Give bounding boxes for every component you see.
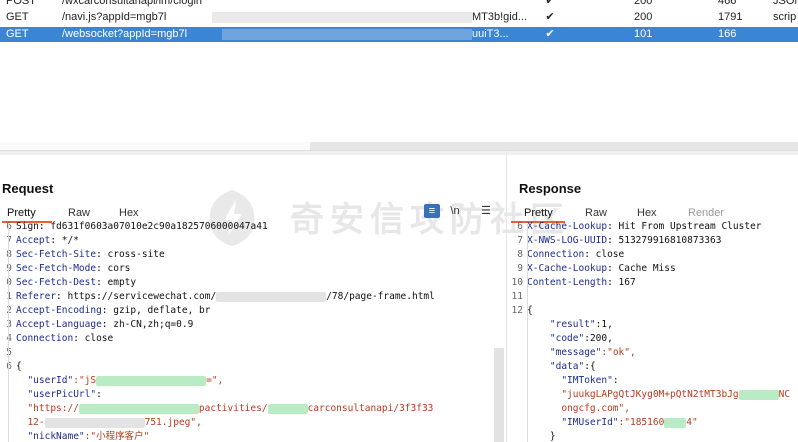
check-icon: ✔ xyxy=(545,0,555,7)
mime-cell: scrip xyxy=(773,11,797,23)
pane-splitter[interactable] xyxy=(506,150,507,442)
tab-hex[interactable]: Hex xyxy=(119,207,139,219)
http-history-table: POST /wxcarconsultanapi/im/clogin ✔ 200 … xyxy=(0,0,798,150)
length-cell: 1791 xyxy=(718,11,743,23)
request-editor[interactable]: 6 Sign: fd631f0603a07010e2c90a18257060000… xyxy=(0,220,505,442)
table-row[interactable]: GET /navi.js?appId=mgb7l MT3b!gid... ✔ 20… xyxy=(0,10,798,25)
check-icon: ✔ xyxy=(545,11,555,23)
tab-hex[interactable]: Hex xyxy=(637,207,657,219)
line-gutter xyxy=(8,224,9,442)
length-cell: 166 xyxy=(718,28,737,40)
response-title: Response xyxy=(519,181,582,196)
menu-icon[interactable]: ☰ xyxy=(478,204,494,218)
status-cell: 101 xyxy=(634,28,653,40)
newline-toggle[interactable]: \n xyxy=(447,204,463,218)
method-cell: GET xyxy=(6,28,29,40)
wrap-lines-icon[interactable]: ≡ xyxy=(424,204,440,218)
response-editor[interactable]: 6 X-Cache-Lookup: Hit From Upstream Clust… xyxy=(511,220,798,442)
method-cell: POST xyxy=(6,0,36,7)
tab-pretty[interactable]: Pretty xyxy=(7,207,36,219)
status-cell: 200 xyxy=(634,0,653,7)
check-icon: ✔ xyxy=(545,28,555,40)
pane-divider[interactable] xyxy=(0,150,798,155)
table-row-selected[interactable]: GET /websocket?appId=mgb7l uuiT3... ✔ 101… xyxy=(0,27,798,42)
status-cell: 200 xyxy=(634,11,653,23)
mime-cell: JSON xyxy=(773,0,798,7)
request-title: Request xyxy=(2,181,54,196)
horizontal-scrollbar[interactable] xyxy=(310,142,798,150)
tab-raw[interactable]: Raw xyxy=(585,207,607,219)
table-row[interactable]: POST /wxcarconsultanapi/im/clogin ✔ 200 … xyxy=(0,0,798,9)
line-gutter xyxy=(527,224,528,442)
url-cell: /navi.js?appId=mgb7l MT3b!gid... xyxy=(62,11,528,23)
scrollbar-track xyxy=(0,142,310,150)
method-cell: GET xyxy=(6,11,29,23)
tab-render[interactable]: Render xyxy=(688,207,724,219)
tab-raw[interactable]: Raw xyxy=(68,207,90,219)
vertical-scrollbar[interactable] xyxy=(494,348,504,442)
tab-pretty[interactable]: Pretty xyxy=(524,207,553,219)
length-cell: 466 xyxy=(718,0,737,7)
url-cell: /websocket?appId=mgb7l uuiT3... xyxy=(62,28,509,40)
url-cell: /wxcarconsultanapi/im/clogin xyxy=(62,0,203,7)
